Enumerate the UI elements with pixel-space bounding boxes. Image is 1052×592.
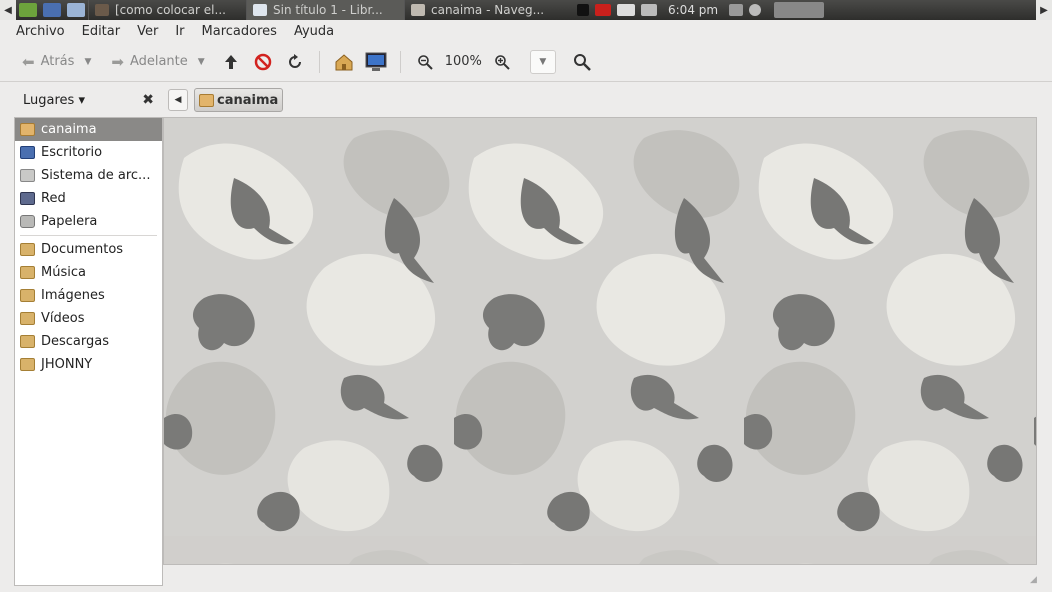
sidebar-item-canaima[interactable]: canaima (15, 118, 162, 141)
zoom-level: 100% (444, 54, 482, 69)
toolbar-separator (318, 50, 320, 73)
folder-icon (20, 335, 35, 348)
path-bar: ◀ canaima (163, 83, 1037, 117)
taskbar-item-browser-search[interactable]: [como colocar el... (88, 0, 246, 20)
sidebar: canaima Escritorio Sistema de arc... Red… (14, 117, 163, 586)
network-signal-icon[interactable] (617, 4, 635, 16)
sidebar-item-documentos[interactable]: Documentos (15, 238, 162, 261)
breadcrumb-canaima[interactable]: canaima (194, 88, 284, 112)
zoom-in-icon[interactable] (490, 50, 514, 74)
document-icon (253, 4, 267, 16)
menu-editar[interactable]: Editar (82, 24, 121, 39)
toolbar: ⬅ Atrás ▼ ➡ Adelante ▼ 100% ▼ (0, 42, 1052, 82)
file-manager-icon (411, 4, 425, 16)
trash-icon (20, 215, 35, 228)
chevron-down-icon[interactable]: ▼ (84, 57, 91, 67)
arrow-right-icon: ➡ (111, 52, 124, 71)
sidebar-item-filesystem[interactable]: Sistema de arc... (15, 164, 162, 187)
menu-ver[interactable]: Ver (137, 24, 158, 39)
app-menu-icon[interactable] (19, 3, 37, 17)
sidebar-item-papelera[interactable]: Papelera (15, 210, 162, 233)
tray-app-icon[interactable] (577, 4, 589, 16)
close-sidebar-icon[interactable]: ✖ (142, 92, 154, 108)
show-desktop-icon[interactable] (43, 3, 61, 17)
top-panel: ◀ [como colocar el... Sin título 1 - Lib… (0, 0, 1052, 20)
launcher-icon[interactable] (67, 3, 85, 17)
back-button[interactable]: ⬅ Atrás ▼ (22, 53, 91, 71)
home-folder-icon (20, 123, 35, 136)
folder-icon (20, 243, 35, 256)
places-dropdown[interactable]: Lugares ▾ (23, 93, 85, 108)
menubar: Archivo Editar Ver Ir Marcadores Ayuda (0, 20, 1052, 42)
network-icon (20, 192, 35, 205)
zoom-out-icon[interactable] (413, 50, 437, 74)
arrow-left-icon: ⬅ (22, 52, 35, 71)
sidebar-item-escritorio[interactable]: Escritorio (15, 141, 162, 164)
folder-icon (20, 358, 35, 371)
path-scroll-left-button[interactable]: ◀ (168, 89, 188, 111)
system-tray: 6:04 pm (574, 2, 827, 18)
menu-marcadores[interactable]: Marcadores (202, 24, 277, 39)
forward-button[interactable]: ➡ Adelante ▼ (111, 53, 204, 71)
folder-icon (20, 289, 35, 302)
menu-ayuda[interactable]: Ayuda (294, 24, 334, 39)
camouflage-wallpaper (164, 118, 1036, 564)
status-bar: ◢ (163, 566, 1052, 586)
tray-alert-icon[interactable] (595, 4, 611, 16)
workspace-switcher[interactable] (774, 2, 825, 18)
desktop-icon (20, 146, 35, 159)
taskbar-item-libreoffice[interactable]: Sin título 1 - Libr... (246, 0, 404, 20)
mail-icon[interactable] (641, 4, 657, 16)
sidebar-item-imagenes[interactable]: Imágenes (15, 284, 162, 307)
resize-grip-icon[interactable]: ◢ (1030, 575, 1040, 585)
stop-icon[interactable] (251, 50, 275, 74)
browser-icon (95, 4, 109, 16)
home-folder-icon (199, 93, 214, 107)
sidebar-divider (20, 235, 157, 236)
sidebar-item-videos[interactable]: Vídeos (15, 307, 162, 330)
home-icon[interactable] (332, 50, 356, 74)
menu-archivo[interactable]: Archivo (16, 24, 65, 39)
reload-icon[interactable] (283, 50, 307, 74)
toolbar-separator (399, 50, 401, 73)
computer-icon[interactable] (364, 50, 388, 74)
folder-icon (20, 312, 35, 325)
drive-icon (20, 169, 35, 182)
up-arrow-icon[interactable] (219, 50, 243, 74)
taskbar-item-file-browser[interactable]: canaima - Naveg... (404, 0, 564, 20)
view-mode-dropdown[interactable]: ▼ (529, 49, 556, 74)
search-icon[interactable] (570, 50, 594, 74)
sidebar-item-descargas[interactable]: Descargas (15, 330, 162, 353)
power-icon[interactable] (749, 4, 762, 16)
clock[interactable]: 6:04 pm (668, 3, 718, 17)
folder-icon (20, 266, 35, 279)
sidebar-item-jhonny[interactable]: JHONNY (15, 353, 162, 376)
panel-scroll-right-button[interactable]: ▶ (1036, 0, 1052, 20)
chevron-down-icon[interactable]: ▼ (198, 57, 205, 67)
sidebar-item-musica[interactable]: Música (15, 261, 162, 284)
file-view-area[interactable] (163, 117, 1037, 565)
sidebar-item-red[interactable]: Red (15, 187, 162, 210)
menu-ir[interactable]: Ir (175, 24, 184, 39)
sidebar-header: Lugares ▾ ✖ (14, 83, 162, 117)
panel-scroll-left-button[interactable]: ◀ (0, 0, 16, 20)
volume-icon[interactable] (729, 4, 744, 16)
